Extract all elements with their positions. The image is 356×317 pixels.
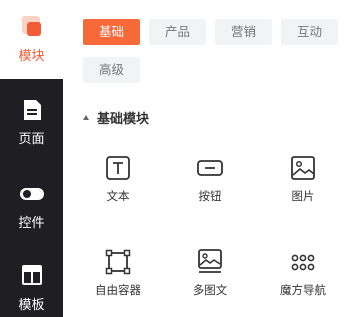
- tab-basic[interactable]: 基础: [83, 19, 140, 45]
- sidebar-item-label: 控件: [18, 216, 45, 231]
- sidebar-item-controls[interactable]: 控件: [0, 181, 63, 231]
- component-multi-image-text[interactable]: 多图文: [170, 249, 250, 298]
- template-icon: [21, 265, 42, 285]
- grid-nav-icon: [291, 254, 315, 271]
- button-icon: [197, 160, 223, 176]
- component-label: 魔方导航: [280, 283, 326, 297]
- free-container-icon: [105, 249, 131, 275]
- component-button[interactable]: 按钮: [170, 155, 250, 204]
- tab-product[interactable]: 产品: [149, 19, 206, 45]
- component-grid-nav[interactable]: 魔方导航: [263, 249, 343, 298]
- modules-icon: [21, 16, 41, 36]
- main-panel: 基础 产品 营销 互动 高级 基础模块 文本 按钮 图片 自由容器 多图文 魔方…: [63, 0, 356, 317]
- component-image[interactable]: 图片: [263, 155, 343, 204]
- sidebar-item-modules[interactable]: 模块: [0, 0, 63, 79]
- collapse-triangle-icon: [83, 115, 89, 120]
- component-text[interactable]: 文本: [78, 155, 158, 204]
- text-icon: [106, 156, 130, 180]
- multi-image-text-icon: [198, 249, 222, 273]
- section-title: 基础模块: [97, 112, 150, 127]
- image-icon: [291, 156, 315, 180]
- section-header[interactable]: 基础模块: [83, 108, 149, 127]
- component-label: 图片: [291, 189, 315, 203]
- component-free-container[interactable]: 自由容器: [78, 249, 158, 298]
- sidebar-item-label: 页面: [18, 132, 45, 147]
- sidebar-item-label: 模块: [18, 49, 45, 64]
- sidebar-item-page[interactable]: 页面: [0, 97, 63, 147]
- sidebar-item-label: 模板: [18, 298, 45, 313]
- component-label: 多图文: [192, 283, 228, 297]
- tab-interactive[interactable]: 互动: [281, 19, 338, 45]
- component-label: 按钮: [198, 189, 222, 203]
- tab-marketing[interactable]: 营销: [215, 19, 272, 45]
- toggle-icon: [19, 188, 44, 200]
- page-icon: [23, 100, 41, 120]
- component-label: 自由容器: [95, 283, 141, 297]
- sidebar: 模块 页面 控件 模板: [0, 0, 63, 317]
- component-label: 文本: [106, 189, 130, 203]
- tab-advanced[interactable]: 高级: [83, 57, 140, 83]
- sidebar-item-template[interactable]: 模板: [0, 263, 63, 313]
